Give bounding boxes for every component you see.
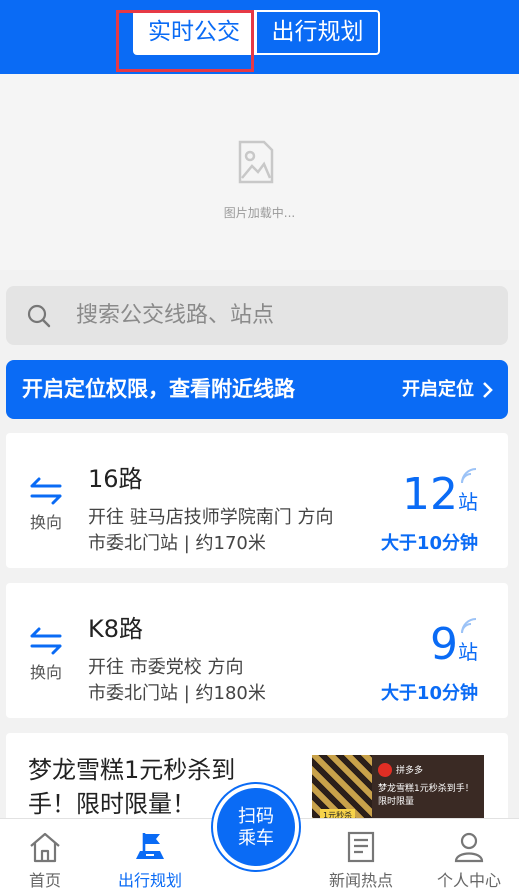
swap-direction-button[interactable]: 换向 [28,477,64,533]
search-icon [27,304,51,328]
route-stop: 市委北门站 | 约170米 [88,533,266,554]
eta: 大于10分钟 [380,683,478,704]
route-name: 16路 [88,465,143,493]
enable-location-button[interactable]: 开启定位 [402,360,494,419]
tab-trip-plan[interactable]: 出行规划 [105,819,195,892]
tab-trip-planning[interactable]: 出行规划 [255,10,380,55]
user-icon [454,832,484,863]
location-prompt: 开启定位权限，查看附近线路 [22,377,295,401]
route-card[interactable]: 换向 16路 开往 驻马店技师学院南门 方向 市委北门站 | 约170米 12站… [6,433,508,568]
scan-label-line1: 扫码 [238,806,274,827]
swap-label: 换向 [29,513,62,532]
news-icon [347,831,375,863]
flag-route-icon [136,833,164,859]
route-card[interactable]: 换向 K8路 开往 市委党校 方向 市委北门站 | 约180米 9站 大于10分… [6,583,508,718]
stations-count: 12 [402,469,458,520]
ad-brand-logo [378,763,392,777]
tab-home[interactable]: 首页 [0,819,90,892]
image-loading-text: 图片加载中... [223,206,296,220]
route-direction: 开往 市委党校 方向 [88,657,244,678]
home-icon [30,832,60,863]
eta: 大于10分钟 [380,533,478,554]
swap-label: 换向 [29,663,62,682]
route-name: K8路 [88,615,144,643]
scan-to-ride-button[interactable]: 扫码 乘车 [213,784,299,870]
swap-direction-icon [30,477,62,505]
stations-away: 12站 [402,469,478,520]
scan-label-line2: 乘车 [238,828,274,849]
stations-count: 9 [430,619,458,670]
chevron-right-icon [483,381,493,398]
tab-profile[interactable]: 个人中心 [424,819,514,892]
swap-direction-button[interactable]: 换向 [28,627,64,683]
ad-image-caption: 梦龙雪糕1元秒杀到手！限时限量 [378,784,474,807]
search-input[interactable] [76,286,496,345]
stations-away: 9站 [430,619,478,670]
ad-image[interactable]: 拼多多 梦龙雪糕1元秒杀到手！限时限量 1元秒杀 [312,755,484,825]
stations-unit: 站 [458,490,478,514]
image-placeholder-icon [238,140,274,184]
tab-trip-plan-label: 出行规划 [117,871,182,890]
tab-news-label: 新闻热点 [328,871,393,890]
selection-highlight [116,10,254,72]
ad-brand-name: 拼多多 [396,766,424,776]
banner[interactable]: 图片加载中... [0,74,519,270]
tab-home-label: 首页 [28,871,61,890]
top-bar: 实时公交 出行规划 [0,0,519,74]
tab-news[interactable]: 新闻热点 [316,819,406,892]
stations-unit: 站 [458,640,478,664]
swap-direction-icon [30,627,62,655]
search-bar[interactable] [6,286,508,345]
enable-location-label: 开启定位 [402,379,474,400]
route-stop: 市委北门站 | 约180米 [88,683,266,704]
route-direction: 开往 驻马店技师学院南门 方向 [88,507,334,528]
location-permission-bar[interactable]: 开启定位权限，查看附近线路 开启定位 [6,360,508,419]
tab-profile-label: 个人中心 [436,871,501,890]
